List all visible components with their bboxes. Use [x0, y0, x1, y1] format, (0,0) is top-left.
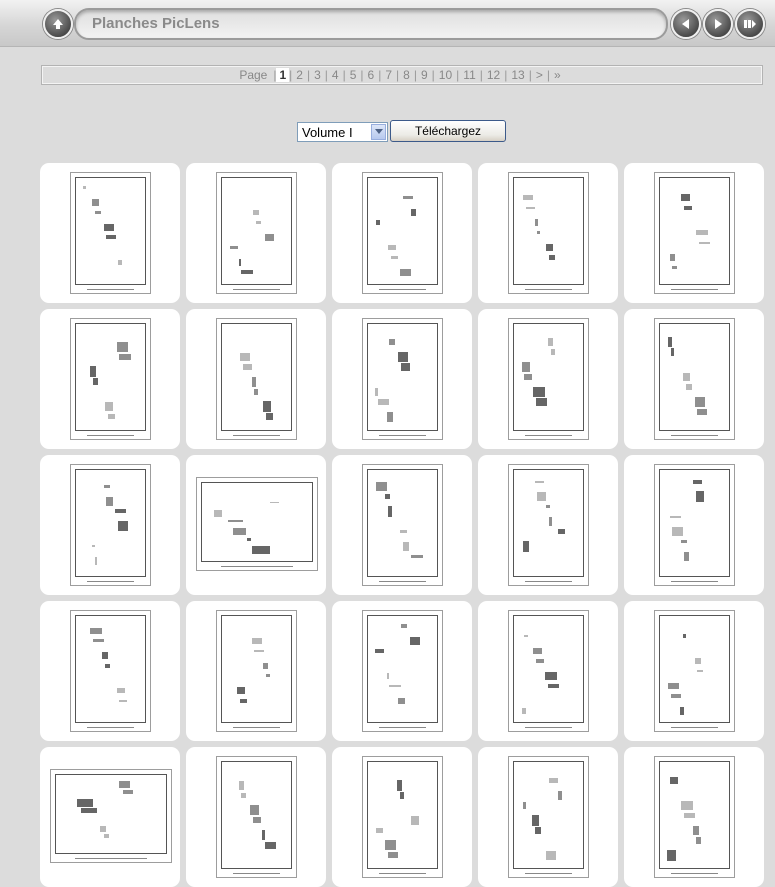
page-link[interactable]: 7	[381, 68, 396, 82]
page-title: Planches PicLens	[92, 15, 220, 32]
title-bar: Planches PicLens	[74, 8, 668, 40]
previous-icon	[682, 19, 689, 29]
page-link[interactable]: 11	[459, 68, 479, 82]
next-page-link[interactable]: >	[532, 68, 547, 82]
thumbnail-card[interactable]	[186, 309, 326, 449]
thumbnail-card[interactable]	[40, 309, 180, 449]
plate-image	[216, 610, 297, 732]
plate-image	[216, 318, 297, 440]
page-link[interactable]: 5	[346, 68, 361, 82]
plate-image	[508, 610, 589, 732]
last-page-link[interactable]: »	[550, 68, 565, 82]
download-button[interactable]: Téléchargez	[390, 120, 506, 142]
home-button[interactable]	[43, 9, 73, 39]
next-icon	[715, 19, 722, 29]
page-link[interactable]: 8	[399, 68, 414, 82]
plate-image	[70, 610, 151, 732]
thumbnail-card[interactable]	[186, 601, 326, 741]
thumbnail-card[interactable]	[624, 747, 764, 887]
thumbnail-card[interactable]	[478, 309, 618, 449]
thumbnail-card[interactable]	[40, 163, 180, 303]
plate-image	[50, 769, 172, 863]
thumbnail-card[interactable]	[40, 747, 180, 887]
thumbnail-card[interactable]	[40, 455, 180, 595]
thumbnail-card[interactable]	[478, 163, 618, 303]
plate-image	[362, 172, 443, 294]
page-link[interactable]: 12	[483, 68, 504, 82]
thumbnail-card[interactable]	[186, 455, 326, 595]
top-toolbar: Planches PicLens	[0, 0, 775, 47]
plate-image	[196, 477, 318, 571]
slideshow-icon	[744, 20, 756, 28]
thumbnail-card[interactable]	[332, 163, 472, 303]
plate-image	[508, 318, 589, 440]
plate-image	[654, 318, 735, 440]
page-link[interactable]: 13	[507, 68, 528, 82]
home-icon	[53, 19, 63, 29]
plate-image	[654, 610, 735, 732]
thumbnail-card[interactable]	[40, 601, 180, 741]
page-link-current[interactable]: 1	[276, 68, 290, 82]
plate-image	[216, 172, 297, 294]
thumbnail-card[interactable]	[624, 163, 764, 303]
plate-image	[362, 318, 443, 440]
page-link[interactable]: 3	[310, 68, 325, 82]
plate-image	[654, 756, 735, 878]
pagination-label: Page	[239, 68, 268, 82]
thumbnail-card[interactable]	[478, 747, 618, 887]
page-link[interactable]: 10	[435, 68, 456, 82]
thumbnail-card[interactable]	[332, 309, 472, 449]
plate-image	[362, 756, 443, 878]
volume-select[interactable]: Volume I	[297, 122, 388, 142]
plate-image	[654, 172, 735, 294]
plate-image	[70, 172, 151, 294]
pagination: Page | 1 | 2 | 3 | 4 | 5 | 6 | 7 | 8 | 9…	[41, 65, 763, 85]
plate-image	[362, 610, 443, 732]
page-link[interactable]: 9	[417, 68, 432, 82]
plate-image	[362, 464, 443, 586]
slideshow-button[interactable]	[735, 9, 765, 39]
next-button[interactable]	[703, 9, 733, 39]
plate-image	[70, 464, 151, 586]
thumbnail-card[interactable]	[624, 601, 764, 741]
thumbnail-card[interactable]	[332, 601, 472, 741]
plate-image	[654, 464, 735, 586]
thumbnail-card[interactable]	[186, 163, 326, 303]
chevron-down-icon[interactable]	[371, 124, 386, 140]
thumbnail-card[interactable]	[332, 455, 472, 595]
thumbnail-card[interactable]	[478, 601, 618, 741]
page-link[interactable]: 4	[328, 68, 343, 82]
page-link[interactable]: 2	[292, 68, 307, 82]
volume-select-value: Volume I	[302, 125, 353, 140]
plate-image	[508, 172, 589, 294]
previous-button[interactable]	[671, 9, 701, 39]
thumbnail-card[interactable]	[624, 309, 764, 449]
thumbnail-card[interactable]	[478, 455, 618, 595]
plate-image	[508, 756, 589, 878]
thumbnail-card[interactable]	[332, 747, 472, 887]
thumbnail-card[interactable]	[186, 747, 326, 887]
plate-image	[216, 756, 297, 878]
plate-image	[70, 318, 151, 440]
plate-image	[508, 464, 589, 586]
thumbnail-card[interactable]	[624, 455, 764, 595]
page-link[interactable]: 6	[364, 68, 379, 82]
